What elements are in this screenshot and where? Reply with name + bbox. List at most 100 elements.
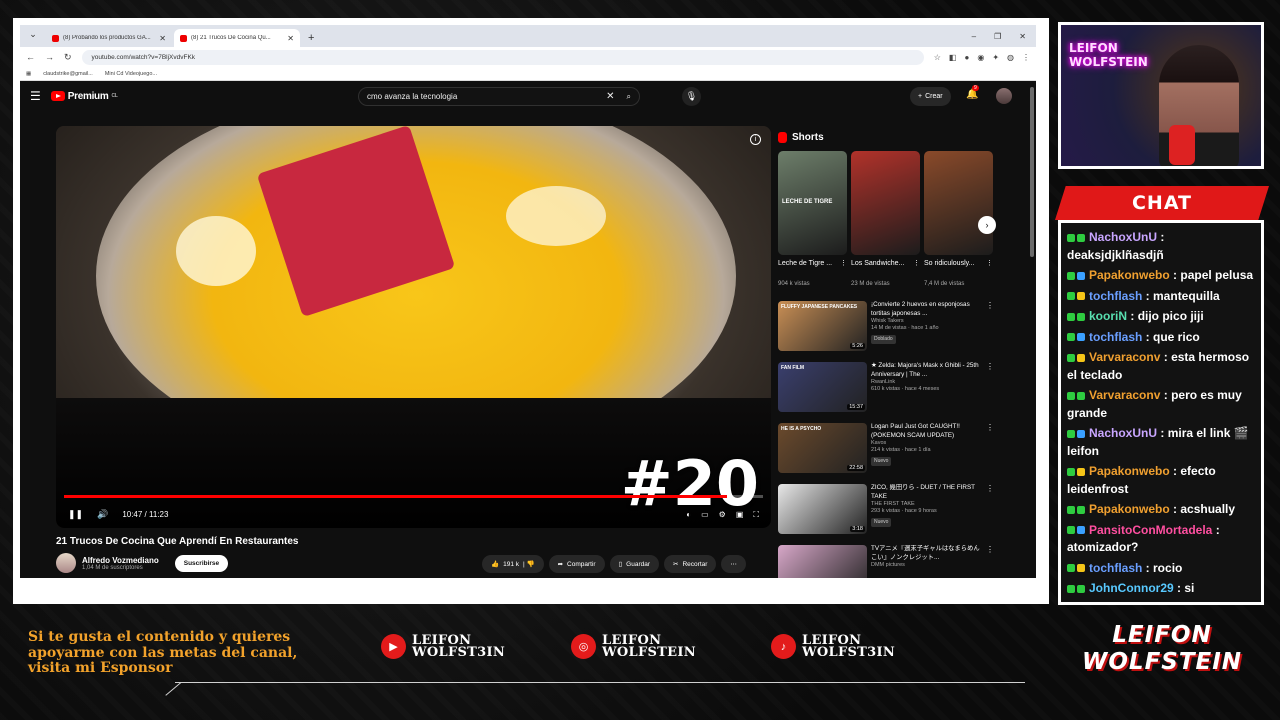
more-options-icon[interactable]: ⋮ [986, 301, 994, 312]
hamburger-menu-icon[interactable]: ☰ [30, 89, 41, 103]
rec-duration: 15:37 [847, 404, 865, 410]
more-options-icon[interactable]: ⋮ [986, 545, 994, 556]
url-field[interactable]: youtube.com/watch?v=7BljXvdvFKk [81, 49, 924, 65]
chat-header: CHAT [1055, 186, 1269, 220]
rec-channel: RwanLink [871, 379, 896, 385]
more-options-icon[interactable]: ⋮ [913, 259, 920, 279]
share-icon: ➦ [557, 561, 564, 568]
video-player[interactable]: i #20 ❚❚ 🔊 10:47 / 11:23 ◐ ▭ ⚙ ▣ ⛶ [56, 126, 771, 528]
scissors-icon: ✂ [673, 561, 679, 568]
search-icon[interactable]: ⌕ [627, 92, 631, 102]
bookmark-item[interactable]: claudstrike@gmail... [43, 71, 93, 77]
search-input[interactable]: cmo avanza la tecnologia ✕ ⌕ [358, 87, 640, 106]
next-arrow-icon[interactable]: › [978, 216, 996, 234]
fullscreen-icon[interactable]: ⛶ [753, 510, 759, 520]
bookmark-item[interactable]: Mini Cd Videojuego... [105, 71, 157, 77]
user-avatar[interactable] [996, 88, 1012, 104]
short-card[interactable]: Los Sandwiche... ⋮ 23 M de vistas [851, 151, 920, 287]
chat-text: papel pelusa [1180, 268, 1254, 282]
rec-thumbnail[interactable] [778, 545, 867, 578]
apps-icon[interactable]: ▦ [26, 71, 31, 77]
chat-username: kooriN [1089, 309, 1128, 323]
recommendation-item[interactable]: HE IS A PSYCHO 22:58 Logan Paul Just Got … [778, 423, 994, 477]
maximize-icon[interactable]: ❐ [994, 32, 1001, 41]
extension-icon[interactable]: ◧ [949, 53, 957, 62]
voice-search-icon[interactable]: 🎙 [682, 87, 701, 106]
create-button[interactable]: + Crear [910, 87, 951, 106]
short-thumbnail[interactable] [851, 151, 920, 255]
recommendation-item[interactable]: TVアニメ『週末子ギャルはなまらめんこい』ノンクレジット... DMM pict… [778, 545, 994, 578]
like-button[interactable]: 👍 191 k | 👎 [482, 555, 544, 573]
short-views: 7,4 M de vistas [924, 281, 965, 287]
short-card[interactable]: LECHE DE TIGRE Leche de Tigre ... ⋮ 904 k… [778, 151, 847, 287]
recommendation-item[interactable]: FLUFFY JAPANESE PANCAKES 5:26 ¡Convierte … [778, 301, 994, 355]
tab-list-icon[interactable]: ⌄ [26, 29, 40, 43]
more-options-icon[interactable]: ⋮ [986, 259, 993, 279]
more-options-icon[interactable]: ⋮ [986, 423, 994, 434]
mod-badge-icon [1067, 233, 1075, 242]
sub-badge-icon [1077, 467, 1085, 476]
menu-dots-icon[interactable]: ⋮ [1022, 53, 1030, 62]
recommendation-item[interactable]: 3:18 ZICO, 幾田りら - DUET / THE FIRST TAKE … [778, 484, 994, 538]
more-actions-icon[interactable]: ⋯ [721, 555, 746, 573]
sub-badge-icon [1077, 271, 1085, 280]
info-icon[interactable]: i [750, 134, 761, 145]
clip-button[interactable]: ✂ Recortar [664, 555, 717, 573]
shorts-icon [778, 132, 787, 143]
video-title: 21 Trucos De Cocina Que Aprendí En Resta… [56, 536, 299, 547]
rec-thumbnail[interactable]: HE IS A PSYCHO 22:58 [778, 423, 867, 473]
volume-icon[interactable]: 🔊 [97, 509, 108, 520]
more-options-icon[interactable]: ⋮ [840, 259, 847, 279]
pause-icon[interactable]: ❚❚ [68, 509, 83, 520]
rec-thumbnail[interactable]: FLUFFY JAPANESE PANCAKES 5:26 [778, 301, 867, 351]
url-text: youtube.com/watch?v=7BljXvdvFKk [91, 53, 196, 61]
close-tab-icon[interactable]: ✕ [159, 34, 166, 43]
clear-search-icon[interactable]: ✕ [606, 91, 614, 102]
subtitles-icon[interactable]: ▭ [701, 510, 709, 520]
time-display: 10:47 / 11:23 [122, 510, 169, 519]
tab-2[interactable]: (8) 21 Trucos De Cocina Qu... ✕ [174, 29, 300, 47]
more-options-icon[interactable]: ⋮ [986, 362, 994, 373]
shorts-label: Shorts [792, 132, 824, 143]
notifications-bell-icon[interactable]: 🔔 9 [966, 85, 979, 100]
save-button[interactable]: ▯ Guardar [609, 555, 660, 573]
subscribe-button[interactable]: Suscribirse [174, 554, 229, 572]
rec-views: 14 M de vistas · hace 1 año [871, 325, 939, 332]
sponsor-text: Si te gusta el contenido y quieres apoya… [28, 629, 298, 676]
extension-icon[interactable]: ● [964, 53, 969, 62]
more-options-icon[interactable]: ⋮ [986, 484, 994, 495]
short-thumbnail[interactable]: LECHE DE TIGRE [778, 151, 847, 255]
channel-name[interactable]: Alfredo Vozmediano [82, 556, 159, 565]
rec-thumbnail[interactable]: 3:18 [778, 484, 867, 534]
recommendation-item[interactable]: FAN FILM 15:37 ★ Zelda: Majora's Mask x G… [778, 362, 994, 416]
back-icon[interactable]: ← [26, 52, 35, 62]
settings-icon[interactable]: ⚙ [719, 510, 726, 520]
scrollbar[interactable] [1030, 87, 1034, 257]
forward-icon[interactable]: → [45, 52, 54, 62]
dislike-icon[interactable]: | 👎 [523, 560, 535, 568]
close-tab-icon[interactable]: ✕ [287, 34, 294, 43]
puzzle-icon[interactable]: ✦ [992, 53, 999, 62]
autoplay-toggle[interactable]: ◐ [686, 510, 691, 520]
new-tab-icon[interactable]: + [308, 32, 314, 44]
share-button[interactable]: ➦ Compartir [548, 555, 605, 573]
rec-thumbnail[interactable]: FAN FILM 15:37 [778, 362, 867, 412]
sidebar: Shorts LECHE DE TIGRE Leche de Tigre ...… [778, 126, 996, 578]
minimize-icon[interactable]: – [972, 32, 976, 41]
channel-avatar[interactable] [56, 553, 76, 573]
video-egg [176, 216, 256, 286]
social-instagram: ◎ LEIFON WOLFSTEIN [571, 634, 696, 659]
chat-messages: NachoxUnU : deaksjdjklñasdjñ Papakonwebo … [1061, 223, 1261, 602]
extension-icon[interactable]: ◉ [977, 53, 984, 62]
star-icon[interactable]: ☆ [934, 53, 941, 62]
youtube-logo[interactable]: Premium CL [50, 91, 118, 102]
progress-bar[interactable] [64, 495, 763, 498]
tab-1[interactable]: (8) Probando los productos GA... ✕ [46, 29, 172, 47]
neon-sign: LEIFON WOLFSTEIN [1069, 41, 1148, 70]
close-window-icon[interactable]: ✕ [1019, 32, 1026, 41]
short-thumbnail[interactable] [924, 151, 993, 255]
miniplayer-icon[interactable]: ▣ [736, 510, 744, 520]
youtube-favicon-icon [180, 34, 187, 42]
profile-icon[interactable]: ◍ [1007, 53, 1014, 62]
reload-icon[interactable]: ↻ [64, 52, 72, 63]
